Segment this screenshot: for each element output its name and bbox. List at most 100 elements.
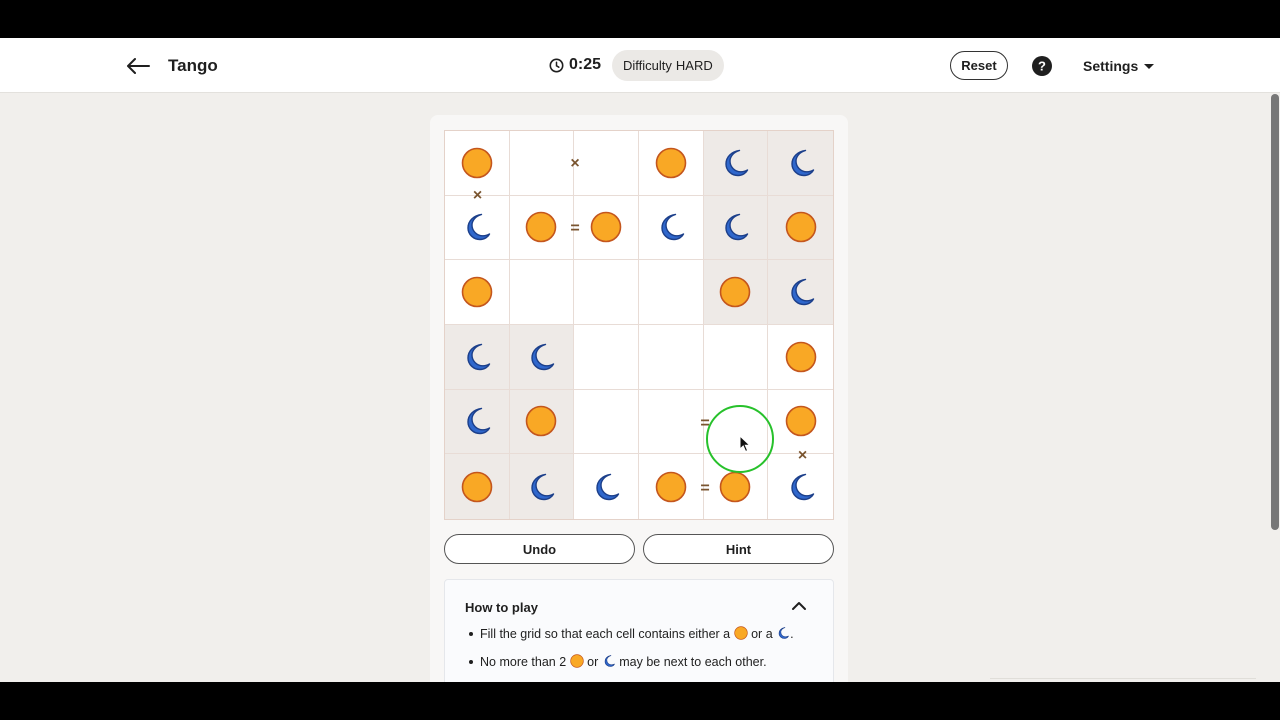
moon-icon: [461, 211, 493, 243]
help-icon[interactable]: ?: [1032, 56, 1052, 76]
svg-text:?: ?: [1038, 59, 1046, 74]
difficulty-badge: Difficulty HARD: [612, 50, 724, 81]
board-cell-r1-c3[interactable]: [638, 195, 704, 261]
sun-icon: [461, 147, 493, 179]
board-cell-r1-c0[interactable]: [445, 195, 510, 261]
board-cell-r0-c1[interactable]: [509, 131, 575, 196]
rule-item: No more than 2 or may be next to each ot…: [465, 654, 810, 670]
moon-icon: [785, 276, 817, 308]
board-cell-r4-c3[interactable]: [638, 389, 704, 455]
moon-icon: [525, 471, 557, 503]
sun-icon: [785, 211, 817, 243]
moon-icon: [590, 471, 622, 503]
game-title: Tango: [168, 56, 218, 75]
sun-icon: [461, 471, 493, 503]
reset-button[interactable]: Reset: [950, 51, 1008, 80]
board-cell-r5-c2[interactable]: [574, 454, 639, 519]
rule-item: Fill the grid so that each cell contains…: [465, 626, 810, 642]
board-cell-r2-c4[interactable]: [703, 260, 769, 325]
board-cell-r3-c4[interactable]: [703, 324, 769, 390]
settings-label: Settings: [1083, 58, 1139, 74]
game-card: × × = = × = Undo Hint How to play Fill the gr…: [430, 115, 848, 682]
moon-icon: [655, 211, 687, 243]
chevron-up-icon[interactable]: [791, 600, 807, 612]
sun-icon: [655, 471, 687, 503]
board-cell-r4-c1[interactable]: [509, 389, 575, 455]
board-cell-r0-c3[interactable]: [638, 131, 704, 196]
board-cell-r4-c5[interactable]: [768, 389, 833, 455]
undo-button[interactable]: Undo: [444, 534, 635, 564]
sun-icon: [461, 276, 493, 308]
board-cell-r3-c0[interactable]: [445, 324, 510, 390]
board-cell-r5-c0[interactable]: [445, 454, 510, 519]
rule-text: or: [587, 655, 599, 669]
divider: [990, 678, 1256, 679]
moon-icon: [719, 211, 751, 243]
sun-icon: [719, 276, 751, 308]
moon-icon: [719, 147, 751, 179]
board-cell-r1-c2[interactable]: [574, 195, 639, 261]
board-cell-r2-c0[interactable]: [445, 260, 510, 325]
back-arrow-icon[interactable]: [124, 54, 152, 78]
rule-text: .: [790, 627, 794, 641]
sun-icon: [525, 405, 557, 437]
rule-text: No more than 2: [480, 655, 567, 669]
sun-icon: [525, 211, 557, 243]
board-cell-r0-c0[interactable]: [445, 131, 510, 196]
moon-icon: [785, 471, 817, 503]
board-cell-r5-c3[interactable]: [638, 454, 704, 519]
board-cell-r4-c0[interactable]: [445, 389, 510, 455]
sun-icon: [785, 405, 817, 437]
sun-icon: [570, 654, 584, 668]
board-cell-r1-c1[interactable]: [509, 195, 575, 261]
how-to-play-title: How to play: [465, 600, 538, 615]
board-cell-r5-c1[interactable]: [509, 454, 575, 519]
board-cell-r1-c4[interactable]: [703, 195, 769, 261]
moon-icon: [461, 341, 493, 373]
board-cell-r2-c3[interactable]: [638, 260, 704, 325]
game-viewport: Tango 0:25 Difficulty HARD Reset ? Setti…: [0, 38, 1280, 682]
hint-button[interactable]: Hint: [643, 534, 834, 564]
board-cell-r0-c4[interactable]: [703, 131, 769, 196]
game-board: [444, 130, 834, 520]
board-cell-r0-c2[interactable]: [574, 131, 639, 196]
how-to-play-panel: How to play Fill the grid so that each c…: [444, 579, 834, 682]
action-buttons: Undo Hint: [444, 534, 834, 564]
rule-text: may be next to each other.: [619, 655, 767, 669]
board-cell-r5-c4[interactable]: [703, 454, 769, 519]
moon-icon: [461, 405, 493, 437]
board-cell-r5-c5[interactable]: [768, 454, 833, 519]
board-cell-r3-c2[interactable]: [574, 324, 639, 390]
board-cell-r4-c2[interactable]: [574, 389, 639, 455]
board-cell-r2-c1[interactable]: [509, 260, 575, 325]
board-cell-r3-c1[interactable]: [509, 324, 575, 390]
moon-icon: [776, 626, 790, 640]
sun-icon: [590, 211, 622, 243]
moon-icon: [602, 654, 616, 668]
board-cell-r3-c3[interactable]: [638, 324, 704, 390]
timer: 0:25: [549, 56, 601, 74]
board-cell-r0-c5[interactable]: [768, 131, 833, 196]
moon-icon: [525, 341, 557, 373]
rule-text: or a: [751, 627, 773, 641]
page-scrollbar[interactable]: [1271, 94, 1279, 530]
timer-value: 0:25: [569, 56, 602, 73]
difficulty-label: Difficulty: [623, 58, 672, 73]
sun-icon: [734, 626, 748, 640]
top-bar: Tango 0:25 Difficulty HARD Reset ? Setti…: [0, 38, 1280, 93]
sun-icon: [655, 147, 687, 179]
clock-icon: [549, 58, 564, 72]
rules-list: Fill the grid so that each cell contains…: [465, 626, 810, 682]
settings-menu[interactable]: Settings: [1083, 58, 1155, 74]
board-cell-r1-c5[interactable]: [768, 195, 833, 261]
board-cell-r2-c2[interactable]: [574, 260, 639, 325]
board-cell-r4-c4[interactable]: [703, 389, 769, 455]
moon-icon: [785, 147, 817, 179]
board-cell-r3-c5[interactable]: [768, 324, 833, 390]
rule-text: Fill the grid so that each cell contains…: [480, 627, 731, 641]
sun-icon: [719, 471, 751, 503]
board-cell-r2-c5[interactable]: [768, 260, 833, 325]
sun-icon: [785, 341, 817, 373]
caret-down-icon: [1144, 63, 1155, 69]
difficulty-value: HARD: [675, 58, 713, 73]
